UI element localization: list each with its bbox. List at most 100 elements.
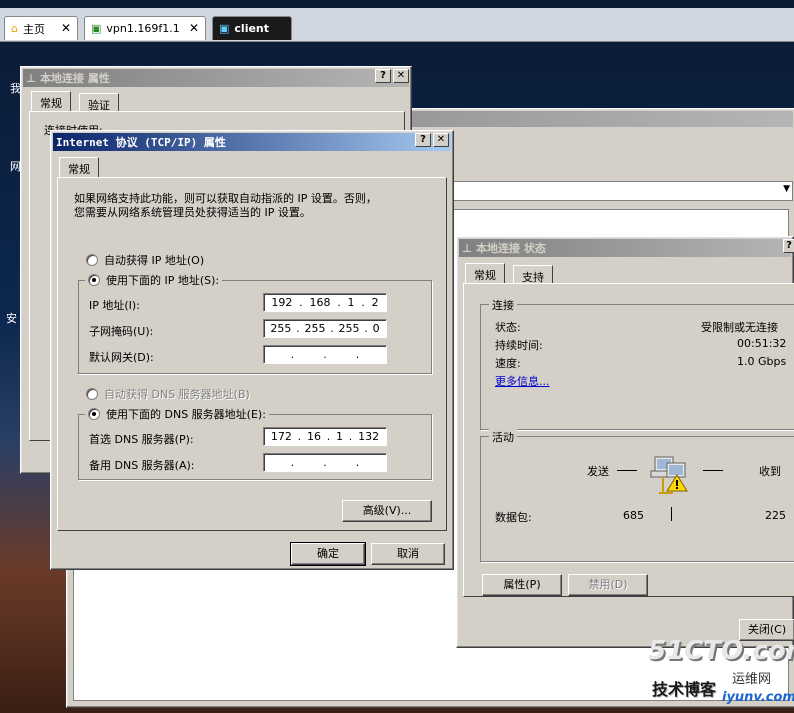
tab-client[interactable]: ▣ client [212, 16, 292, 40]
conn-props-title: 本地连接 属性 [40, 72, 110, 85]
alternate-dns-label: 备用 DNS 服务器(A): [89, 459, 195, 472]
packets-sent-value: 685 [623, 509, 644, 522]
sent-label: 发送 [587, 465, 609, 478]
network-icon: ⊥ [462, 241, 473, 255]
tab-home[interactable]: ⌂ 主页 ✕ [4, 16, 78, 40]
status-window: ⊥ 本地连接 状态 ? 常规 支持 连接 状态: 受限制或无连接 持续时间: 0… [456, 236, 794, 648]
mask-octet: 255 [270, 322, 292, 335]
dns-octet: 1 [336, 430, 344, 443]
dns-auto-radio[interactable]: 自动获得 DNS 服务器地址(B) [86, 386, 250, 402]
received-line [703, 470, 723, 471]
network-icon: ⊥ [26, 71, 37, 85]
watermark-site: iyunv.com [722, 690, 794, 705]
close-button[interactable]: ✕ [393, 69, 409, 83]
mask-octet: 255 [338, 322, 360, 335]
cancel-button[interactable]: 取消 [371, 543, 445, 565]
close-button[interactable]: ✕ [433, 133, 449, 147]
ip-auto-radio[interactable]: 自动获得 IP 地址(O) [86, 252, 204, 268]
more-info-link[interactable]: 更多信息... [495, 373, 550, 389]
activity-group: 活动 发送 收到 数据包: 685 225 [480, 429, 794, 562]
dns-manual-radio[interactable]: 使用下面的 DNS 服务器地址(E): [85, 406, 269, 422]
tcpip-title: Internet 协议 (TCP/IP) 属性 [56, 136, 226, 149]
speed-value: 1.0 Gbps [737, 355, 787, 368]
tcpip-panel: 如果网络支持此功能，则可以获取自动指派的 IP 设置。否则， 您需要从网络系统管… [57, 177, 447, 531]
connection-group: 连接 状态: 受限制或无连接 持续时间: 00:51:32 速度: 1.0 Gb… [480, 297, 794, 430]
packets-received-value: 225 [765, 509, 786, 522]
properties-button[interactable]: 属性(P) [482, 574, 562, 596]
tab-vpn[interactable]: ▣ vpn1.169f1.1 ✕ [84, 16, 206, 40]
conn-props-titlebar: ⊥ 本地连接 属性 [23, 69, 409, 87]
page-icon: ▣ [91, 22, 102, 35]
tab-support[interactable]: 支持 [513, 265, 553, 284]
watermark-site-cn: 运维网 [732, 672, 772, 687]
desktop-icon-label: 安 [6, 312, 17, 325]
packets-divider [671, 507, 672, 521]
ip-manual-radio[interactable]: 使用下面的 IP 地址(S): [85, 272, 223, 288]
remote-desktop-icon: ▣ [219, 22, 230, 35]
tcpip-window: Internet 协议 (TCP/IP) 属性 ? ✕ 常规 如果网络支持此功能… [50, 130, 454, 570]
tab-client-label: client [234, 22, 270, 35]
ip-manual-label: 使用下面的 IP 地址(S): [106, 274, 220, 287]
subnet-mask-field[interactable]: 255. 255. 255. 0 [263, 319, 387, 338]
dns-auto-label: 自动获得 DNS 服务器地址(B) [104, 388, 250, 401]
gateway-field[interactable]: . . . [263, 345, 387, 364]
activity-group-label: 活动 [489, 429, 517, 445]
dns-group: 使用下面的 DNS 服务器地址(E): 首选 DNS 服务器(P): 172. … [78, 406, 432, 480]
mask-octet: 0 [372, 322, 380, 335]
radio-indicator [86, 254, 98, 266]
ip-octet: 2 [371, 296, 379, 309]
tab-auth[interactable]: 验证 [79, 93, 119, 112]
gateway-label: 默认网关(D): [89, 351, 154, 364]
ip-octet: 192 [271, 296, 293, 309]
subnet-mask-label: 子网掩码(U): [89, 325, 154, 338]
sent-line [617, 470, 637, 471]
state-value: 受限制或无连接 [701, 321, 778, 334]
watermark-tagline: 技术博客 [652, 680, 717, 699]
tab-home-label: 主页 [22, 22, 45, 36]
status-panel: 连接 状态: 受限制或无连接 持续时间: 00:51:32 速度: 1.0 Gb… [463, 283, 794, 597]
mask-octet: 255 [304, 322, 326, 335]
disable-button[interactable]: 禁用(D) [568, 574, 648, 596]
help-button[interactable]: ? [415, 133, 431, 147]
connection-group-label: 连接 [489, 297, 517, 313]
radio-indicator [88, 408, 100, 420]
dns-octet: 172 [270, 430, 292, 443]
ip-address-field[interactable]: 192. 168. 1. 2 [263, 293, 387, 312]
tab-general[interactable]: 常规 [59, 157, 99, 177]
ip-address-label: IP 地址(I): [89, 299, 140, 312]
close-icon[interactable]: ✕ [189, 21, 199, 35]
tab-general[interactable]: 常规 [31, 91, 71, 111]
dns-octet: 132 [358, 430, 380, 443]
tcpip-titlebar: Internet 协议 (TCP/IP) 属性 [53, 133, 451, 151]
ip-octet: 168 [309, 296, 331, 309]
duration-label: 持续时间: [495, 339, 543, 352]
radio-indicator [88, 274, 100, 286]
chevron-down-icon[interactable]: ▼ [783, 184, 790, 194]
address-bar[interactable]: ▼ [453, 181, 793, 201]
ok-button[interactable]: 确定 [290, 542, 366, 566]
alternate-dns-field[interactable]: . . . [263, 453, 387, 472]
browser-tab-strip: ⌂ 主页 ✕ ▣ vpn1.169f1.1 ✕ ▣ client [0, 8, 794, 42]
tab-general[interactable]: 常规 [465, 263, 505, 283]
state-label: 状态: [495, 321, 521, 334]
preferred-dns-field[interactable]: 172. 16. 1. 132 [263, 427, 387, 446]
tab-vpn-label: vpn1.169f1.1 [106, 22, 180, 35]
preferred-dns-label: 首选 DNS 服务器(P): [89, 433, 194, 446]
radio-indicator [86, 388, 98, 400]
ip-octet: 1 [347, 296, 355, 309]
speed-label: 速度: [495, 357, 521, 370]
close-icon[interactable]: ✕ [61, 21, 71, 35]
received-label: 收到 [759, 465, 781, 478]
dns-manual-label: 使用下面的 DNS 服务器地址(E): [106, 408, 266, 421]
help-button[interactable]: ? [783, 239, 794, 253]
help-button[interactable]: ? [375, 69, 391, 83]
advanced-button[interactable]: 高级(V)... [342, 500, 432, 522]
network-connection-icon [649, 453, 693, 497]
duration-value: 00:51:32 [737, 337, 787, 350]
ip-group: 使用下面的 IP 地址(S): IP 地址(I): 192. 168. 1. 2… [78, 272, 432, 374]
packets-label: 数据包: [495, 511, 532, 524]
ip-auto-label: 自动获得 IP 地址(O) [104, 254, 205, 267]
status-titlebar: ⊥ 本地连接 状态 [459, 239, 791, 257]
status-title: 本地连接 状态 [476, 242, 546, 255]
home-icon: ⌂ [11, 22, 18, 35]
